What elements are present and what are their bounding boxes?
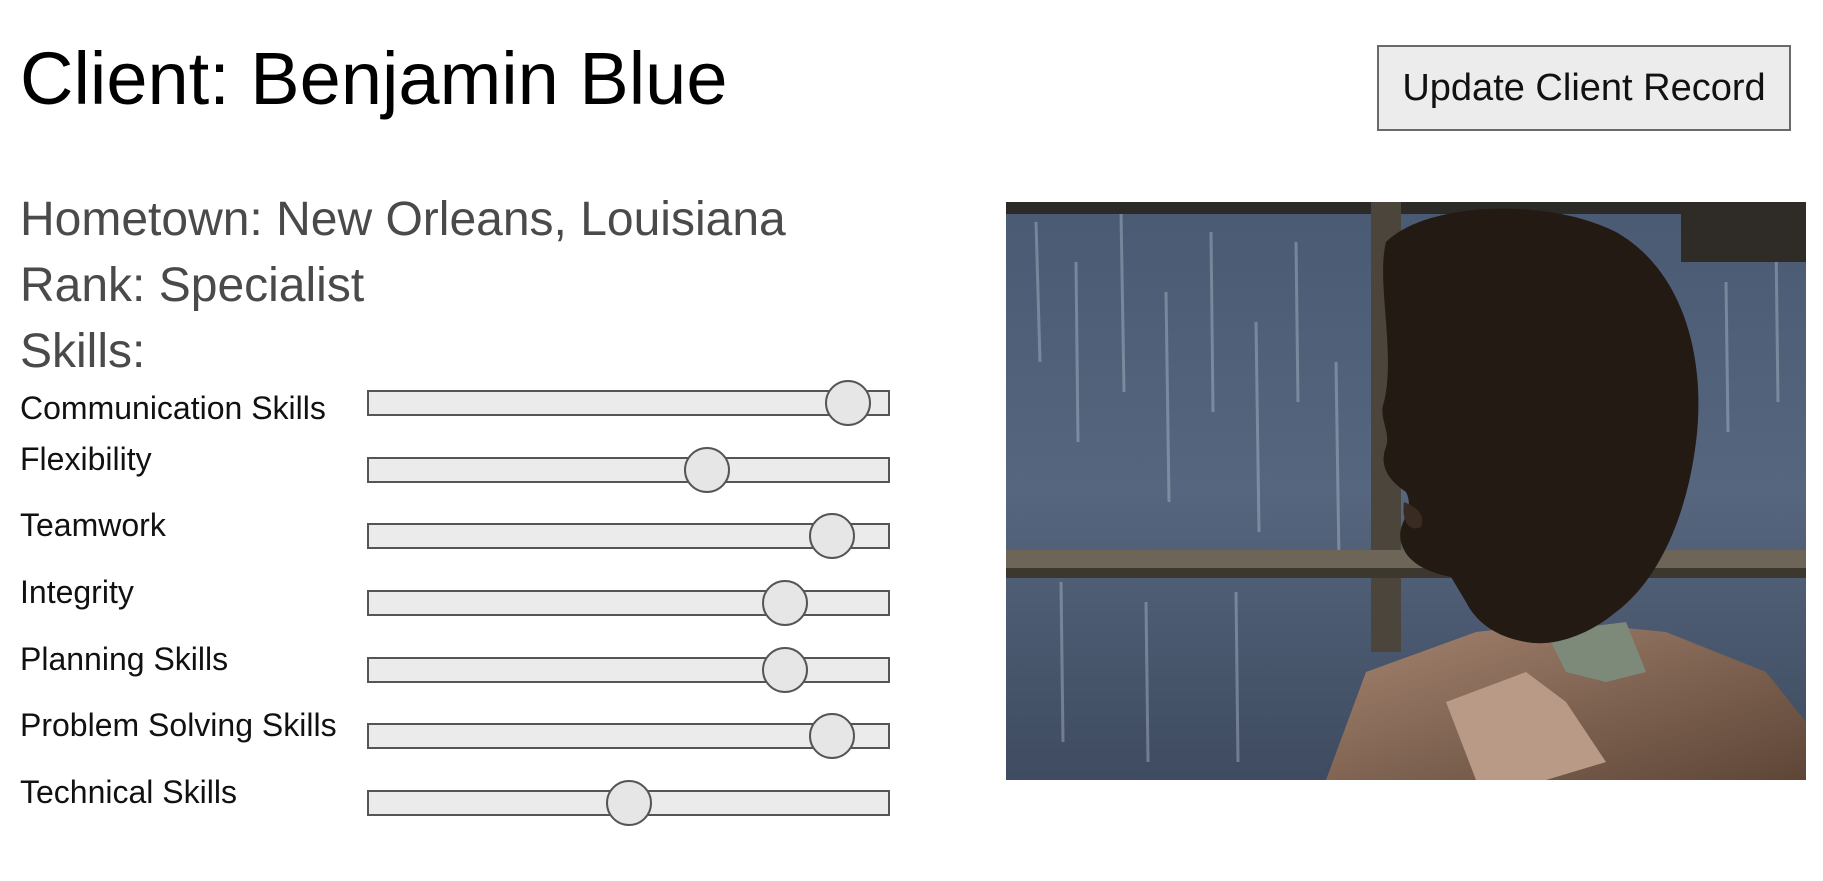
skill-label: Integrity: [20, 574, 134, 610]
skill-slider-handle[interactable]: [809, 513, 856, 559]
skill-label: Technical Skills: [20, 774, 237, 810]
update-client-record-button[interactable]: Update Client Record: [1377, 45, 1791, 131]
skill-slider-handle[interactable]: [809, 713, 856, 759]
skill-label: Communication Skills: [20, 390, 326, 426]
hometown-label: Hometown: New Orleans, Louisiana: [20, 193, 786, 246]
skill-label: Teamwork: [20, 507, 166, 543]
skill-label: Planning Skills: [20, 641, 229, 677]
skills-heading: Skills:: [20, 325, 146, 378]
skill-slider-handle[interactable]: [683, 447, 730, 493]
skill-row: Integrity: [0, 576, 900, 640]
skill-slider-track[interactable]: [367, 657, 890, 683]
skill-slider-handle[interactable]: [762, 580, 809, 626]
skill-slider-handle[interactable]: [825, 380, 872, 426]
skill-slider-track[interactable]: [367, 590, 890, 616]
client-photo: [1006, 202, 1806, 780]
skill-slider-track[interactable]: [367, 457, 890, 483]
skill-row: Planning Skills: [0, 643, 900, 707]
skill-row: Communication Skills: [0, 380, 900, 440]
skill-label: Flexibility: [20, 441, 152, 477]
skill-slider-track[interactable]: [367, 390, 890, 416]
skill-row: Problem Solving Skills: [0, 709, 900, 773]
skill-row: Flexibility: [0, 443, 900, 507]
rank-label: Rank: Specialist: [20, 259, 365, 312]
skill-label: Problem Solving Skills: [20, 707, 337, 743]
skill-row: Technical Skills: [0, 776, 900, 840]
client-name-title: Client: Benjamin Blue: [20, 37, 728, 120]
skill-slider-handle[interactable]: [762, 647, 809, 693]
skill-row: Teamwork: [0, 509, 900, 573]
skill-slider-handle[interactable]: [605, 780, 652, 826]
